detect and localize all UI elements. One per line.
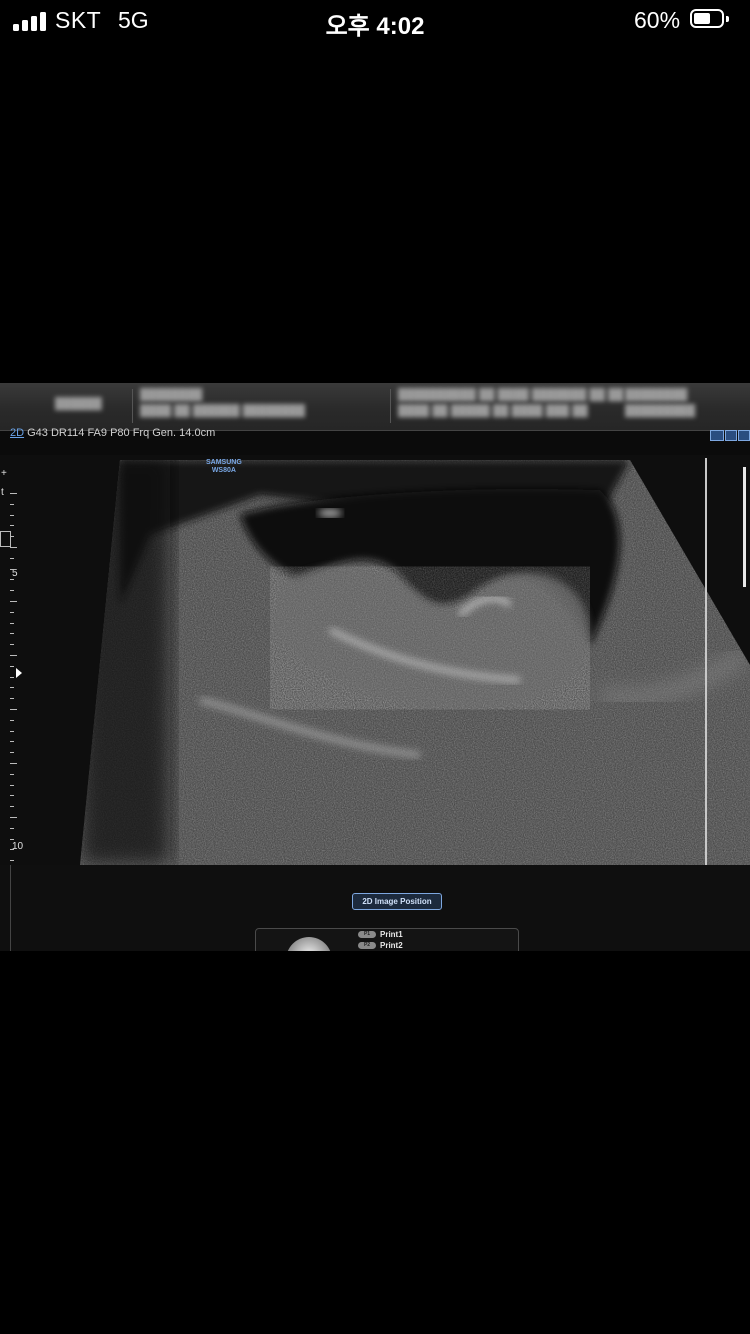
battery-percent: 60% [634,7,681,33]
print2-label: Print2 [380,941,403,950]
depth-tick [10,665,14,667]
depth-tick [10,763,17,764]
print-panel: P1 Print1 P2 Print2 [255,928,519,951]
brand-name: SAMSUNG [206,459,242,466]
depth-tick [10,806,14,808]
depth-tick [10,730,14,732]
print1-label: Print1 [380,930,403,939]
display-settings-icons [710,430,750,441]
depth-tick [10,795,14,797]
depth-tick [10,838,14,840]
depth-tick [10,590,14,592]
depth-label-5: 5 [12,568,18,579]
focus-marker-icon: t [1,487,4,498]
depth-tick [10,579,14,581]
depth-tick [10,860,14,862]
depth-tick [10,568,14,570]
imaging-parameters: 2D G43 DR114 FA9 P80 Frq Gen. 14.0cm [10,427,215,439]
depth-tick [10,752,14,754]
depth-tick [10,525,14,527]
depth-tick [10,784,14,786]
depth-tick [10,633,14,635]
ultrasound-image [80,460,750,865]
focus-box-icon [0,531,11,547]
parameter-values: G43 DR114 FA9 P80 Frq Gen. 14.0cm [24,427,216,439]
depth-tick [10,676,14,678]
depth-scale: + t 5 10 [0,463,30,883]
scanner-brand-label: SAMSUNG WS80A [206,459,242,475]
status-bar: SKT 5G 오후 4:02 60% [0,0,750,44]
depth-tick [10,536,14,538]
depth-plus-icon: + [1,468,7,479]
depth-tick [10,655,17,656]
print1-badge: P1 [358,931,376,939]
depth-tick [10,817,17,818]
depth-tick [10,503,14,505]
depth-tick [10,547,17,548]
control-panel: 2D Image Position P1 Print1 P2 Print2 [0,865,750,951]
depth-tick [10,514,14,516]
depth-tick [10,741,14,743]
mode-label: 2D [10,427,25,439]
image-position-button[interactable]: 2D Image Position [352,893,442,910]
depth-tick [10,644,14,646]
depth-tick [10,849,14,851]
model-name: WS80A [211,467,236,474]
right-edge-line [705,458,707,865]
gray-map-bar [743,467,746,587]
depth-tick [10,611,14,613]
depth-tick [10,493,17,494]
depth-tick [10,557,14,559]
print2-badge: P2 [358,942,376,950]
print1-option[interactable]: P1 Print1 [358,930,403,939]
depth-tick [10,698,14,700]
print2-option[interactable]: P2 Print2 [358,941,403,950]
ultrasound-screen: ██████ ████████ ████ ██ ██████ ████████ … [0,383,750,951]
depth-tick [10,601,17,602]
depth-tick [10,709,17,710]
control-knob-icon[interactable] [286,937,332,951]
left-panel-edge [0,865,11,951]
battery-icon [690,9,730,31]
depth-tick [10,827,14,829]
depth-tick [10,687,14,689]
patient-info-bar: ██████ ████████ ████ ██ ██████ ████████ … [0,383,750,431]
depth-tick [10,773,14,775]
focus-arrow-icon [16,668,22,678]
depth-tick [10,719,14,721]
depth-tick [10,622,14,624]
